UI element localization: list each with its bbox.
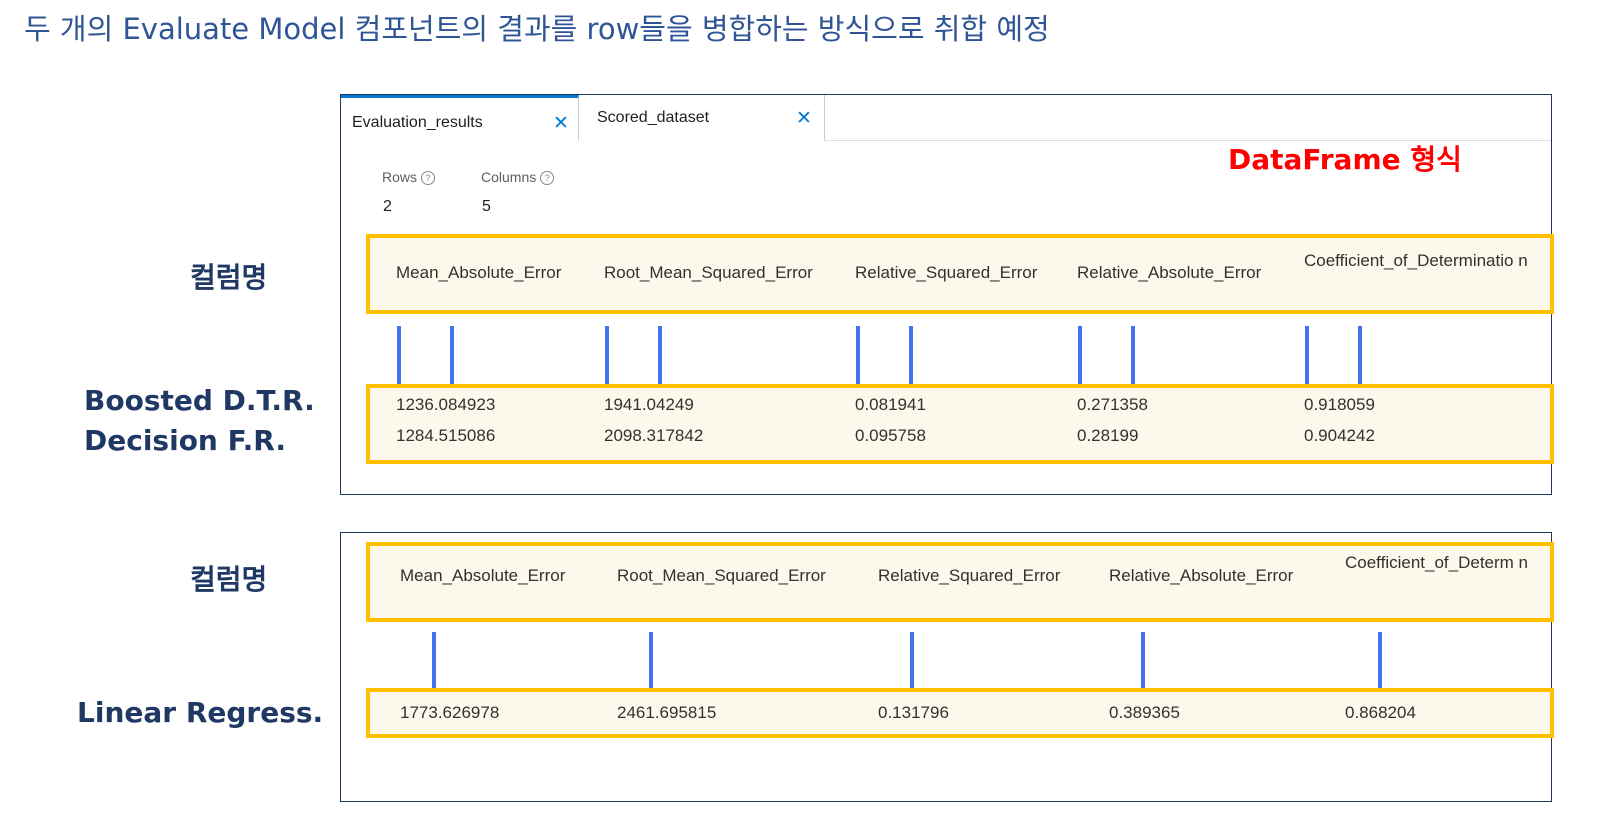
connector-line [649,632,653,688]
connector-line [605,326,609,384]
row-label-linear-regression: Linear Regress. [77,696,324,729]
column-header: Relative_Squared_Error [855,263,1038,282]
connector-line [432,632,436,688]
table-cell: 0.904242 [1304,426,1375,445]
connector-line [910,632,914,688]
column-header: Relative_Absolute_Error [1109,566,1294,585]
connector-line [397,326,401,384]
table-cell: 2098.317842 [604,426,704,445]
table-cell: 0.131796 [878,703,949,722]
connector-line [856,326,860,384]
tab-evaluation-results[interactable]: Evaluation_results ✕ [341,95,579,141]
column-header: Mean_Absolute_Error [396,263,562,282]
table-cell: 0.868204 [1345,703,1416,722]
rows-value: 2 [383,198,392,215]
data-rows-highlight-1 [366,384,1554,464]
column-name-label: 컬럼명 [190,563,268,596]
connector-line [909,326,913,384]
table-cell: 1284.515086 [396,426,496,445]
close-icon[interactable]: ✕ [553,112,569,135]
column-header: Relative_Absolute_Error [1077,263,1262,282]
column-header: Root_Mean_Squared_Error [617,566,826,585]
row-label-boosted: Boosted D.T.R. [84,384,315,417]
connector-line [1378,632,1382,688]
column-header: Mean_Absolute_Error [400,566,566,585]
connector-line [1305,326,1309,384]
connector-line [1141,632,1145,688]
close-icon[interactable]: ✕ [796,107,812,130]
table-cell: 0.271358 [1077,395,1148,414]
connector-line [1358,326,1362,384]
table-cell: 1773.626978 [400,703,500,722]
help-icon[interactable]: ? [540,171,555,185]
table-cell: 0.389365 [1109,703,1180,722]
slide-title: 두 개의 Evaluate Model 컴포넌트의 결과를 row들을 병합하는… [24,12,1050,46]
dataframe-note: DataFrame 형식 [1228,143,1462,176]
table-cell: 1941.04249 [604,395,694,414]
connector-line [658,326,662,384]
connector-line [450,326,454,384]
columns-label: Columns? [481,169,555,185]
tab-scored-dataset[interactable]: Scored_dataset ✕ [579,95,825,141]
row-label-decision-forest: Decision F.R. [84,424,286,457]
column-header: Root_Mean_Squared_Error [604,263,813,282]
connector-line [1078,326,1082,384]
column-name-label: 컬럼명 [190,261,268,294]
rows-label: Rows? [382,169,436,185]
columns-value: 5 [482,198,491,215]
column-header: Relative_Squared_Error [878,566,1061,585]
column-header: Coefficient_of_Determ n [1345,553,1529,572]
table-cell: 0.095758 [855,426,926,445]
column-header: Coefficient_of_Determinatio n [1304,251,1528,270]
table-cell: 1236.084923 [396,395,496,414]
tab-scored-dataset-label: Scored_dataset [597,109,710,126]
tab-evaluation-results-label: Evaluation_results [352,114,483,131]
help-icon[interactable]: ? [421,171,436,185]
table-cell: 0.28199 [1077,426,1139,445]
table-cell: 0.918059 [1304,395,1375,414]
table-cell: 0.081941 [855,395,926,414]
connector-line [1131,326,1135,384]
table-cell: 2461.695815 [617,703,717,722]
